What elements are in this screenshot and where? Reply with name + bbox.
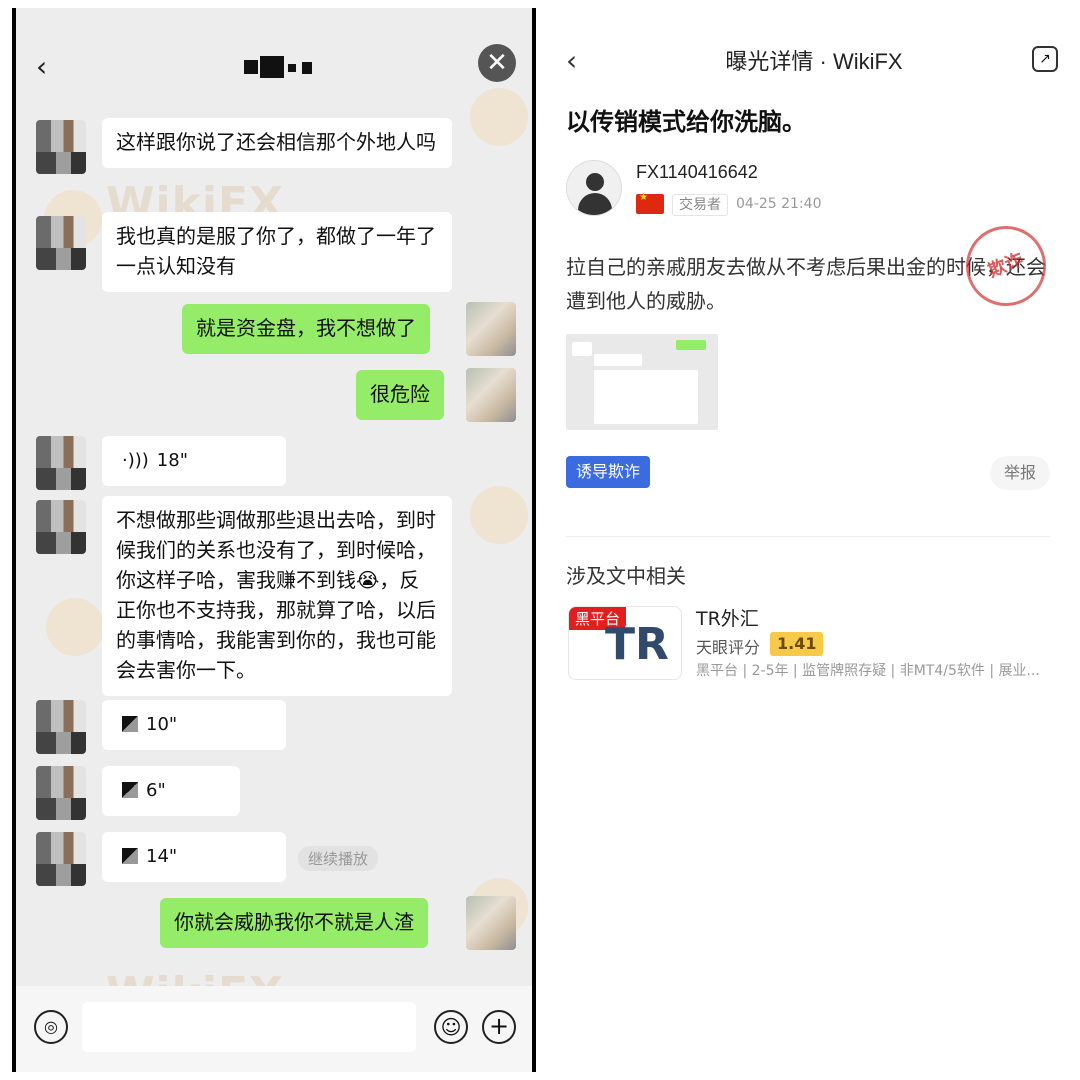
china-flag-icon — [636, 192, 664, 214]
back-icon[interactable]: ‹ — [36, 50, 47, 83]
report-button[interactable]: 举报 — [989, 456, 1050, 490]
divider — [566, 536, 1050, 537]
related-section-title: 涉及文中相关 — [566, 564, 686, 588]
message-input[interactable] — [82, 1002, 416, 1052]
message-bubble[interactable]: 不想做那些调做那些退出去哈，到时候我们的关系也没有了，到时候哈，你这样子哈，害我… — [102, 496, 452, 696]
voice-input-icon[interactable]: ◎ — [34, 1010, 68, 1044]
voice-duration: 10" — [146, 714, 178, 735]
close-icon[interactable]: ✕ — [478, 44, 516, 82]
nav-title: 曝光详情 · WikiFX — [725, 49, 903, 74]
avatar[interactable] — [36, 436, 86, 490]
avatar[interactable] — [36, 700, 86, 754]
voice-wave-icon — [122, 782, 138, 798]
voice-wave-icon: ·))) — [122, 450, 149, 471]
message-bubble[interactable]: 这样跟你说了还会相信那个外地人吗 — [102, 118, 452, 168]
exposure-detail: ‹ 曝光详情 · WikiFX ↗ 以传销模式给你洗脑。 FX114041664… — [548, 8, 1080, 1072]
post-headline: 以传销模式给你洗脑。 — [566, 108, 806, 136]
voice-wave-icon — [122, 716, 138, 732]
message-bubble[interactable]: 就是资金盘，我不想做了 — [182, 304, 430, 354]
category-tag[interactable]: 诱导欺诈 — [566, 456, 651, 488]
share-icon[interactable]: ↗ — [1032, 46, 1058, 72]
voice-message[interactable]: 14" — [102, 832, 286, 882]
broker-name[interactable]: TR外汇 — [696, 604, 759, 631]
user-icon-head — [586, 173, 604, 191]
watermark-logo — [46, 598, 104, 656]
chat-input-bar: ◎ ☺ + — [16, 986, 532, 1072]
post-date: 04-25 21:40 — [736, 196, 822, 212]
message-bubble[interactable]: 你就会威胁我你不就是人渣 — [160, 898, 428, 948]
tr-logo-icon: TR — [605, 619, 669, 670]
voice-wave-icon — [122, 848, 138, 864]
plus-icon[interactable]: + — [482, 1010, 516, 1044]
avatar[interactable] — [36, 500, 86, 554]
voice-duration: 14" — [146, 846, 178, 867]
watermark-logo — [470, 486, 528, 544]
avatar[interactable] — [36, 120, 86, 174]
voice-message[interactable]: 10" — [102, 700, 286, 750]
score-label: 天眼评分 — [696, 638, 761, 657]
voice-message[interactable]: ·))) 18" — [102, 436, 286, 486]
watermark-logo — [470, 88, 528, 146]
voice-message[interactable]: 6" — [102, 766, 240, 816]
avatar[interactable] — [466, 896, 516, 950]
message-bubble[interactable]: 很危险 — [356, 370, 444, 420]
chat-screenshot: ‹ ✕ WikiFX WikiFX 这样跟你说了还会相信那个外地人吗 我也真的是… — [12, 8, 536, 1072]
broker-logo[interactable]: 黑平台 TR — [568, 606, 682, 680]
avatar[interactable] — [36, 216, 86, 270]
emoji-icon[interactable]: ☺ — [434, 1010, 468, 1044]
chat-topbar: ‹ ✕ — [16, 30, 532, 96]
avatar[interactable] — [466, 302, 516, 356]
continue-playing-button[interactable]: 继续播放 — [298, 846, 379, 871]
broker-tags: 黑平台 | 2-5年 | 监管牌照存疑 | 非MT4/5软件 | 展业... — [696, 663, 1040, 679]
message-bubble[interactable]: 我也真的是服了你了，都做了一年了一点认知没有 — [102, 212, 452, 292]
author-name[interactable]: FX1140416642 — [636, 162, 758, 183]
chat-title-redacted — [244, 56, 320, 84]
author-role-badge: 交易者 — [672, 194, 728, 216]
evidence-thumbnail[interactable] — [566, 334, 718, 430]
voice-duration: 18" — [156, 450, 188, 471]
score-badge: 1.41 — [770, 632, 824, 656]
avatar[interactable] — [36, 832, 86, 886]
voice-duration: 6" — [146, 780, 166, 801]
avatar[interactable] — [36, 766, 86, 820]
avatar[interactable] — [466, 368, 516, 422]
author-avatar[interactable] — [566, 160, 622, 216]
user-icon-body — [578, 193, 612, 215]
